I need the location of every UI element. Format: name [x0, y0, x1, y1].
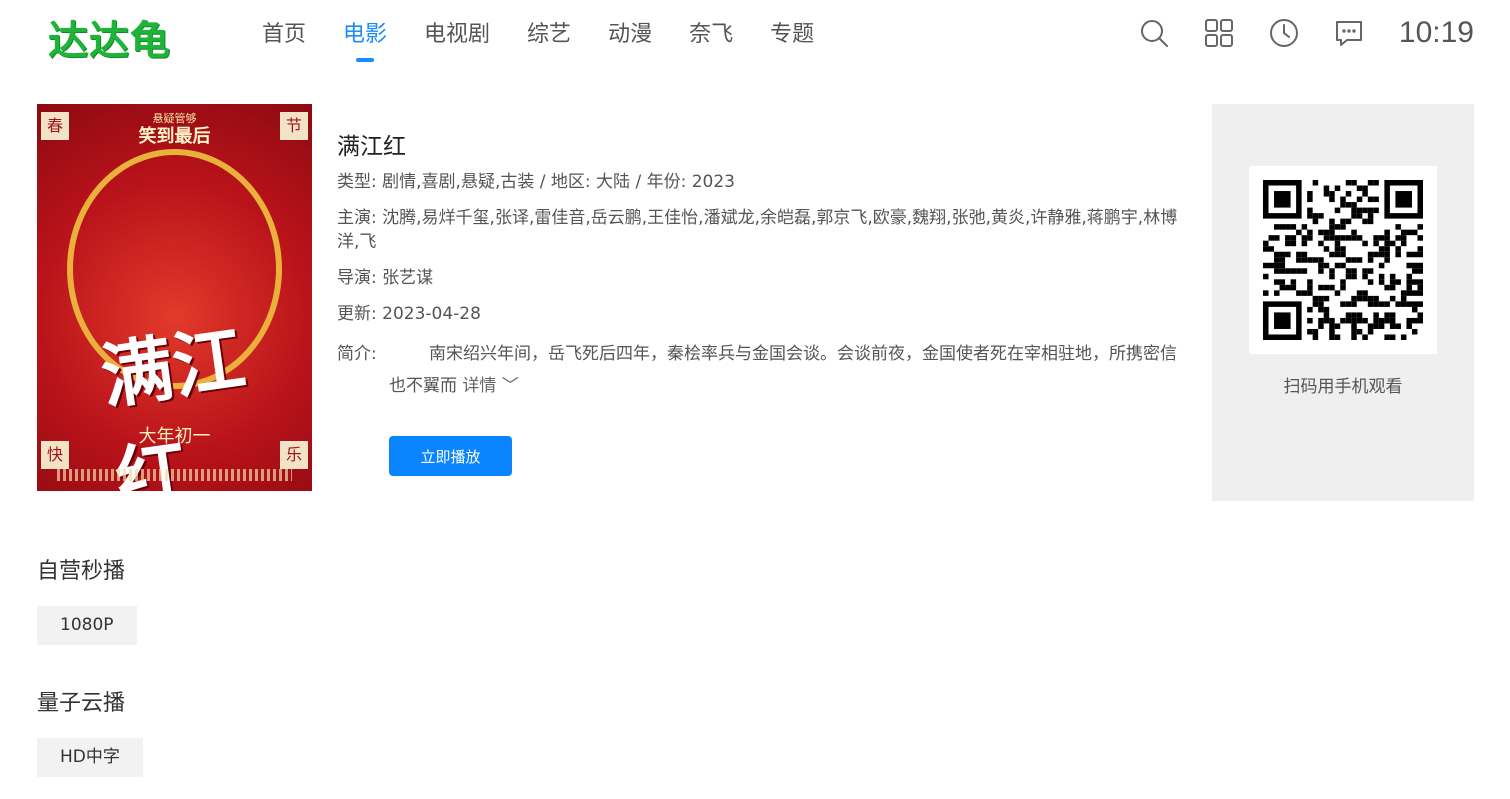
- separator: /: [630, 172, 647, 192]
- nav-topics[interactable]: 专题: [770, 20, 814, 50]
- episode-chip-hd[interactable]: HD中字: [37, 738, 143, 777]
- nav-home[interactable]: 首页: [262, 20, 306, 50]
- clock-time: 10:19: [1398, 16, 1474, 49]
- cast-row: 主演: 沈腾,易烊千玺,张译,雷佳音,岳云鹏,王佳怡,潘斌龙,余皑磊,郭京飞,欧…: [337, 206, 1187, 254]
- qr-panel: 扫码用手机观看: [1212, 104, 1474, 501]
- year-value: 2023: [691, 172, 735, 192]
- director-value: 张艺谋: [382, 268, 434, 288]
- director-label: 导演:: [337, 268, 377, 288]
- movie-poster[interactable]: 春 节 快 乐 悬疑管够 笑到最后 满江红 大年初一: [37, 104, 312, 491]
- updated-row: 更新: 2023-04-28: [337, 302, 1187, 326]
- top-header: 达达龟 首页 电影 电视剧 综艺 动漫 奈飞 专题 10:19: [0, 0, 1510, 72]
- poster-tagline: 笑到最后: [138, 126, 211, 147]
- cast-value: 沈腾,易烊千玺,张译,雷佳音,岳云鹏,王佳怡,潘斌龙,余皑磊,郭京飞,欧豪,魏翔…: [337, 208, 1178, 252]
- meta-row: 类型: 剧情,喜剧,悬疑,古装 / 地区: 大陆 / 年份: 2023: [337, 170, 1187, 194]
- movie-detail: 满江红 类型: 剧情,喜剧,悬疑,古装 / 地区: 大陆 / 年份: 2023 …: [337, 130, 1187, 402]
- site-logo[interactable]: 达达龟: [48, 8, 171, 66]
- type-value: 剧情,喜剧,悬疑,古装: [382, 172, 535, 192]
- header-tools: 10:19: [1105, 16, 1474, 50]
- source-title-1: 自营秒播: [37, 559, 126, 584]
- nav-movie[interactable]: 电影: [343, 20, 387, 50]
- director-row: 导演: 张艺谋: [337, 266, 1187, 290]
- qr-code-image: [1263, 180, 1423, 340]
- cast-label: 主演:: [337, 208, 377, 228]
- main-nav: 首页 电影 电视剧 综艺 动漫 奈飞 专题: [262, 20, 851, 50]
- message-icon[interactable]: [1333, 17, 1365, 49]
- source-title-2: 量子云播: [37, 691, 126, 716]
- nav-variety[interactable]: 综艺: [527, 20, 571, 50]
- poster-credits: [57, 469, 292, 481]
- episode-chip-1080p[interactable]: 1080P: [37, 606, 137, 645]
- type-label: 类型:: [337, 172, 377, 192]
- more-details-link[interactable]: 详情 ﹀: [462, 376, 518, 396]
- poster-release: 大年初一: [138, 426, 211, 447]
- poster-title-art: 满江红: [95, 315, 251, 491]
- updated-label: 更新:: [337, 304, 377, 324]
- nav-tv[interactable]: 电视剧: [424, 20, 490, 50]
- play-now-button[interactable]: 立即播放: [389, 436, 512, 476]
- intro-text: 南宋绍兴年间，岳飞死后四年，秦桧率兵与金国会谈。会谈前夜，金国使者死在宰相驻地，…: [389, 338, 1187, 402]
- nav-anime[interactable]: 动漫: [608, 20, 652, 50]
- separator: /: [534, 172, 551, 192]
- qr-code: [1249, 166, 1437, 354]
- nav-netflix[interactable]: 奈飞: [689, 20, 733, 50]
- grid-icon[interactable]: [1203, 17, 1235, 49]
- region-label: 地区:: [550, 172, 591, 192]
- intro-row: 简介: 南宋绍兴年间，岳飞死后四年，秦桧率兵与金国会谈。会谈前夜，金国使者死在宰…: [337, 338, 1187, 402]
- search-icon[interactable]: [1138, 17, 1170, 49]
- updated-value: 2023-04-28: [382, 304, 481, 324]
- year-label: 年份:: [646, 172, 687, 192]
- intro-label: 简介:: [337, 344, 377, 364]
- movie-title: 满江红: [337, 134, 406, 160]
- qr-caption: 扫码用手机观看: [1283, 377, 1403, 397]
- region-value: 大陆: [596, 172, 631, 192]
- history-icon[interactable]: [1268, 17, 1300, 49]
